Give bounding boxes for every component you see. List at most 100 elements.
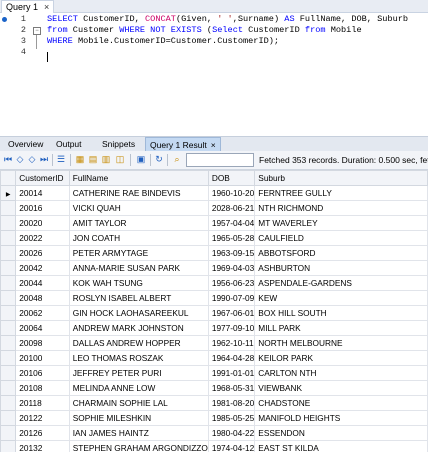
cell-suburb[interactable]: CARLTON NTH [254,365,428,381]
cell-customerid[interactable]: 20020 [15,215,70,231]
cell-suburb[interactable]: ESSENDON [254,425,428,441]
text-view-icon[interactable]: ▥ [101,154,111,165]
cell-fullname[interactable]: JEFFREY PETER PURI [68,365,209,381]
row-header[interactable] [0,410,17,426]
table-row[interactable]: 20022 JON COATH 1965-05-28 CAULFIELD [0,230,428,246]
search-input[interactable] [186,153,254,167]
cell-dob[interactable]: 1963-09-15 [207,245,256,261]
close-icon[interactable]: × [44,2,49,12]
cell-customerid[interactable]: 20132 [15,440,70,452]
cell-suburb[interactable]: MANIFOLD HEIGHTS [254,410,428,426]
cell-customerid[interactable]: 20118 [15,395,70,411]
cell-fullname[interactable]: KOK WAH TSUNG [68,275,209,291]
row-header[interactable] [0,395,17,411]
cell-fullname[interactable]: LEO THOMAS ROSZAK [68,350,209,366]
cell-dob[interactable]: 1981-08-20 [207,395,256,411]
cell-dob[interactable]: 1962-10-11 [207,335,256,351]
cell-fullname[interactable]: JON COATH [68,230,209,246]
refresh-icon[interactable]: ↻ [154,154,164,165]
cell-suburb[interactable]: ASHBURTON [254,260,428,276]
table-row[interactable]: 20020 AMIT TAYLOR 1957-04-04 MT WAVERLEY [0,215,428,231]
cell-customerid[interactable]: 20062 [15,305,70,321]
cell-dob[interactable]: 1967-06-01 [207,305,256,321]
row-header[interactable] [0,425,17,441]
next-icon[interactable]: ◇ [27,154,37,165]
cell-customerid[interactable]: 20100 [15,350,70,366]
form-view-icon[interactable]: ▤ [88,154,98,165]
search-icon[interactable]: ⌕ [172,154,182,165]
cell-fullname[interactable]: PETER ARMYTAGE [68,245,209,261]
columns-icon[interactable]: ◫ [115,154,125,165]
cell-dob[interactable]: 1964-04-28 [207,350,256,366]
cell-dob[interactable]: 1956-06-23 [207,275,256,291]
cell-dob[interactable]: 1977-09-10 [207,320,256,336]
cell-suburb[interactable]: MT WAVERLEY [254,215,428,231]
cell-suburb[interactable]: MILL PARK [254,320,428,336]
table-row[interactable]: 20048 ROSLYN ISABEL ALBERT 1990-07-09 KEW [0,290,428,306]
cell-customerid[interactable]: 20122 [15,410,70,426]
cell-fullname[interactable]: GIN HOCK LAOHASAREEKUL [68,305,209,321]
tab-overview[interactable]: Overview [4,137,47,152]
table-row[interactable]: 20132 STEPHEN GRAHAM ARGONDIZZO 1974-04-12… [0,440,428,452]
cell-suburb[interactable]: FERNTREE GULLY [254,185,428,201]
cell-fullname[interactable]: SOPHIE MILESHKIN [68,410,209,426]
row-header[interactable] [0,320,17,336]
row-header[interactable] [0,305,17,321]
row-header[interactable]: ▶ [0,185,17,201]
cell-fullname[interactable]: STEPHEN GRAHAM ARGONDIZZO [68,440,209,452]
cell-dob[interactable]: 1965-05-28 [207,230,256,246]
cell-suburb[interactable]: CAULFIELD [254,230,428,246]
cell-customerid[interactable]: 20022 [15,230,70,246]
cell-dob[interactable]: 1980-04-22 [207,425,256,441]
table-row[interactable]: 20062 GIN HOCK LAOHASAREEKUL 1967-06-01 BOX… [0,305,428,321]
row-header[interactable] [0,290,17,306]
tab-query-1[interactable]: Query 1 × [1,0,55,13]
cell-fullname[interactable]: IAN JAMES HAINTZ [68,425,209,441]
cell-customerid[interactable]: 20026 [15,245,70,261]
row-header[interactable] [0,380,17,396]
table-row[interactable]: 20044 KOK WAH TSUNG 1956-06-23 ASPENDALE-GA… [0,275,428,291]
table-row[interactable]: 20118 CHARMAIN SOPHIE LAL 1981-08-20 CHADST… [0,395,428,411]
cell-customerid[interactable]: 20064 [15,320,70,336]
cell-dob[interactable]: 1969-04-03 [207,260,256,276]
cell-fullname[interactable]: DALLAS ANDREW HOPPER [68,335,209,351]
cell-suburb[interactable]: ASPENDALE-GARDENS [254,275,428,291]
last-page-icon[interactable]: ⏭ [39,154,49,165]
cell-fullname[interactable]: ROSLYN ISABEL ALBERT [68,290,209,306]
cell-fullname[interactable]: ANDREW MARK JOHNSTON [68,320,209,336]
cell-dob[interactable]: 1974-04-12 [207,440,256,452]
cell-customerid[interactable]: 20126 [15,425,70,441]
row-header[interactable] [0,275,17,291]
cell-suburb[interactable]: VIEWBANK [254,380,428,396]
column-header-dob[interactable]: DOB [207,170,256,186]
table-row[interactable]: 20126 IAN JAMES HAINTZ 1980-04-22 ESSENDON [0,425,428,441]
cell-dob[interactable]: 1990-07-09 [207,290,256,306]
table-row[interactable]: 20016 VICKI QUAH 2028-06-21 NTH RICHMOND [0,200,428,216]
results-grid[interactable]: CustomerID FullName DOB Suburb ▶ 20014 CAT… [0,170,428,452]
cell-suburb[interactable]: CHADSTONE [254,395,428,411]
table-row[interactable]: 20100 LEO THOMAS ROSZAK 1964-04-28 KEILOR P… [0,350,428,366]
cell-suburb[interactable]: BOX HILL SOUTH [254,305,428,321]
cell-suburb[interactable]: EAST ST KILDA [254,440,428,452]
cell-dob[interactable]: 1957-04-04 [207,215,256,231]
cell-dob[interactable]: 1985-05-25 [207,410,256,426]
table-row[interactable]: ▶ 20014 CATHERINE RAE BINDEVIS 1960-10-20 FE… [0,185,428,201]
cell-fullname[interactable]: CATHERINE RAE BINDEVIS [68,185,209,201]
cell-dob[interactable]: 1991-01-01 [207,365,256,381]
table-row[interactable]: 20026 PETER ARMYTAGE 1963-09-15 ABBOTSFORD [0,245,428,261]
column-header-suburb[interactable]: Suburb [254,170,428,186]
first-page-icon[interactable]: ⏮ [3,154,13,165]
cell-suburb[interactable]: ABBOTSFORD [254,245,428,261]
cell-customerid[interactable]: 20014 [15,185,70,201]
row-header[interactable] [0,215,17,231]
table-row[interactable]: 20122 SOPHIE MILESHKIN 1985-05-25 MANIFOLD … [0,410,428,426]
cell-customerid[interactable]: 20048 [15,290,70,306]
row-header[interactable] [0,230,17,246]
cell-dob[interactable]: 1968-05-31 [207,380,256,396]
cell-fullname[interactable]: CHARMAIN SOPHIE LAL [68,395,209,411]
close-icon[interactable]: × [211,140,216,150]
row-header[interactable] [0,350,17,366]
row-header[interactable] [0,365,17,381]
row-header[interactable] [0,260,17,276]
cell-dob[interactable]: 2028-06-21 [207,200,256,216]
